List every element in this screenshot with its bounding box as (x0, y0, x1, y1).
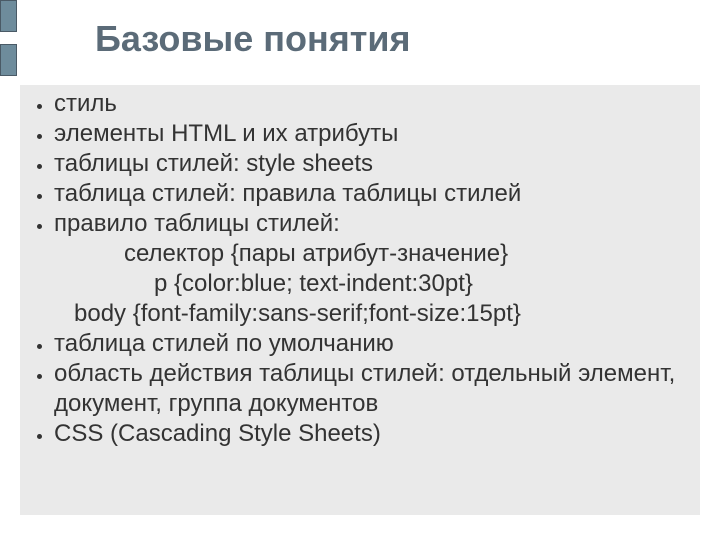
list-item: область действия таблицы стилей: отдельн… (54, 359, 690, 419)
bullet-list: стиль элементы HTML и их атрибуты таблиц… (30, 89, 690, 449)
list-item-text: CSS (Cascading Style Sheets) (54, 420, 381, 447)
list-item: таблицы стилей: style sheets (54, 149, 690, 179)
side-tabs (0, 0, 15, 88)
list-item-text: элементы HTML и их атрибуты (54, 120, 398, 147)
list-item: CSS (Cascading Style Sheets) (54, 419, 690, 449)
list-item-text: таблицы стилей: style sheets (54, 150, 373, 177)
side-tab-1 (0, 0, 17, 32)
list-item: правило таблицы стилей: селектор {пары а… (54, 209, 690, 329)
sub-line: body {font-family:sans-serif;font-size:1… (54, 299, 690, 329)
list-item: стиль (54, 89, 690, 119)
list-item-text: таблица стилей по умолчанию (54, 330, 394, 357)
list-item-text: стиль (54, 90, 117, 117)
sub-line: селектор {пары атрибут-значение} (54, 239, 690, 269)
list-item: элементы HTML и их атрибуты (54, 119, 690, 149)
list-item: таблица стилей по умолчанию (54, 329, 690, 359)
list-item-text: таблица стилей: правила таблицы стилей (54, 180, 521, 207)
sub-line: p {color:blue; text-indent:30pt} (54, 269, 690, 299)
side-tab-2 (0, 44, 17, 76)
list-item-text: область действия таблицы стилей: отдельн… (54, 360, 675, 417)
list-item: таблица стилей: правила таблицы стилей (54, 179, 690, 209)
slide-title: Базовые понятия (95, 18, 410, 60)
content-panel: стиль элементы HTML и их атрибуты таблиц… (20, 85, 700, 515)
slide: Базовые понятия стиль элементы HTML и их… (0, 0, 720, 540)
list-item-text: правило таблицы стилей: (54, 210, 340, 237)
